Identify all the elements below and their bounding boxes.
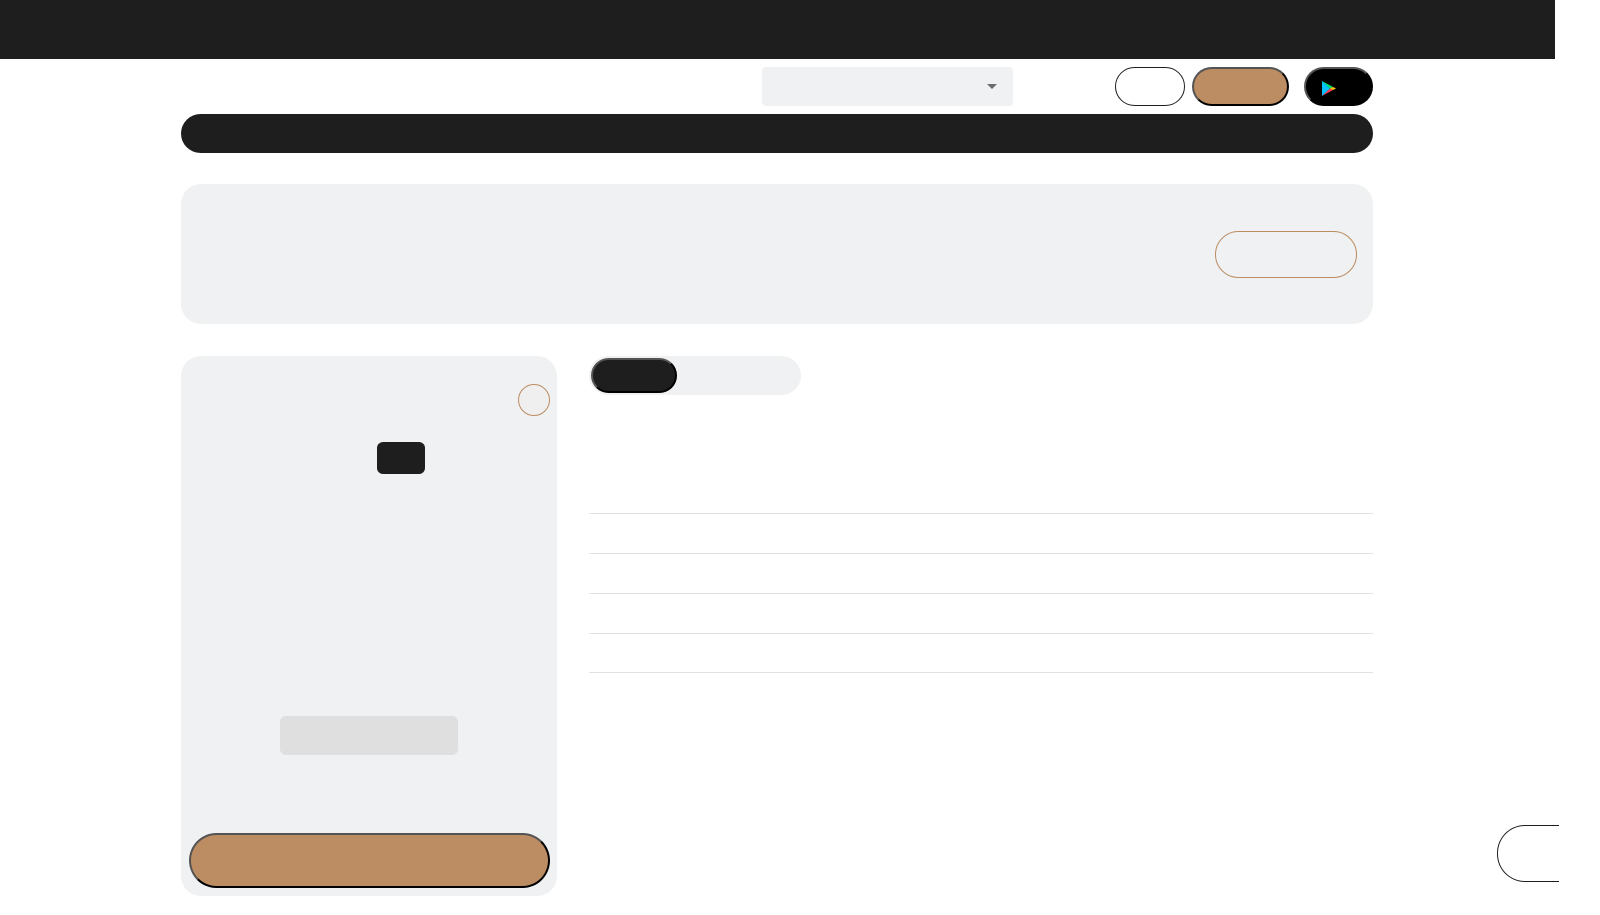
tab-active[interactable] (591, 358, 677, 393)
google-play-button[interactable] (1304, 67, 1373, 106)
list-item (589, 593, 1373, 633)
list-item (589, 633, 1373, 673)
buy-button[interactable] (189, 833, 550, 888)
favorite-icon[interactable] (518, 384, 550, 416)
search-select[interactable] (762, 67, 1013, 106)
banner-button[interactable] (1215, 231, 1357, 278)
product-badge (377, 442, 425, 474)
product-value (280, 716, 458, 755)
chat-widget-button[interactable] (1497, 825, 1559, 882)
tab-bar (589, 356, 801, 395)
product-card (181, 356, 557, 896)
list-item (589, 513, 1373, 553)
list-item (589, 553, 1373, 593)
main-navbar[interactable] (181, 114, 1373, 153)
login-button[interactable] (1115, 67, 1185, 106)
scrollbar[interactable] (1555, 0, 1600, 915)
details-list (589, 513, 1373, 673)
promo-banner (181, 184, 1373, 324)
chevron-down-icon (987, 84, 997, 89)
top-bar (0, 0, 1555, 59)
google-play-icon (1322, 81, 1336, 96)
register-button[interactable] (1192, 67, 1289, 106)
